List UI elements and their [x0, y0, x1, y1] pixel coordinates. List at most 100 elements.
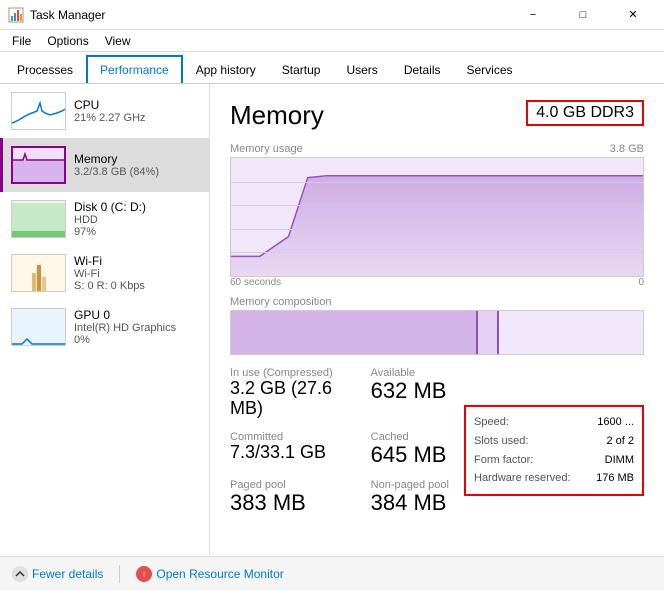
resource-monitor-icon: !: [136, 566, 152, 582]
info-row-speed: Speed: 1600 ...: [474, 413, 634, 432]
cpu-thumbnail: [11, 92, 66, 130]
tab-services[interactable]: Services: [454, 55, 526, 83]
usage-svg: [231, 158, 643, 276]
hw-key: Hardware reserved:: [474, 469, 571, 488]
panel-title: Memory: [230, 100, 324, 131]
chart-time: 60 seconds 0: [230, 277, 644, 288]
paged-value: 383 MB: [230, 491, 363, 515]
committed-value: 7.3/33.1 GB: [230, 443, 363, 463]
menu-bar: File Options View: [0, 30, 664, 52]
sidebar-item-cpu[interactable]: CPU 21% 2.27 GHz: [0, 84, 209, 138]
wifi-stats2: S: 0 R: 0 Kbps: [74, 280, 145, 292]
bottom-bar: Fewer details ! Open Resource Monitor: [0, 556, 664, 590]
comp-label: Memory composition: [230, 296, 644, 308]
paged-label: Paged pool: [230, 479, 363, 491]
memory-comp-chart: [230, 310, 644, 355]
disk-stats2: 97%: [74, 226, 146, 238]
comp-bar-inuse: [231, 311, 478, 354]
memory-name: Memory: [74, 152, 159, 166]
panel-spec: 4.0 GB DDR3: [526, 100, 644, 126]
memory-usage-section: Memory usage 3.8 GB: [230, 143, 644, 288]
wifi-thumbnail: [11, 254, 66, 292]
speed-key: Speed:: [474, 413, 509, 432]
disk-name: Disk 0 (C: D:): [74, 200, 146, 214]
usage-label: Memory usage: [230, 143, 303, 155]
sidebar-item-disk[interactable]: Disk 0 (C: D:) HDD 97%: [0, 192, 209, 246]
memory-comp-section: Memory composition: [230, 296, 644, 355]
sidebar-item-memory[interactable]: Memory 3.2/3.8 GB (84%): [0, 138, 209, 192]
sidebar-item-gpu[interactable]: GPU 0 Intel(R) HD Graphics 0%: [0, 300, 209, 354]
hw-val: 176 MB: [596, 469, 634, 488]
grid-line-4: [231, 252, 643, 253]
maximize-button[interactable]: □: [560, 0, 606, 30]
memory-usage-chart: [230, 157, 644, 277]
available-value: 632 MB: [371, 379, 504, 403]
fewer-details-label: Fewer details: [32, 567, 103, 581]
form-key: Form factor:: [474, 451, 533, 470]
tab-apphistory[interactable]: App history: [183, 55, 269, 83]
cpu-info: CPU 21% 2.27 GHz: [74, 98, 146, 124]
form-val: DIMM: [605, 451, 634, 470]
title-bar: Task Manager − □ ✕: [0, 0, 664, 30]
info-box: Speed: 1600 ... Slots used: 2 of 2 Form …: [464, 405, 644, 496]
disk-info: Disk 0 (C: D:) HDD 97%: [74, 200, 146, 238]
memory-info: Memory 3.2/3.8 GB (84%): [74, 152, 159, 178]
main-content: CPU 21% 2.27 GHz Memory 3.2/3.8 GB (84%): [0, 84, 664, 556]
gpu-name: GPU 0: [74, 308, 176, 322]
disk-stats1: HDD: [74, 214, 146, 226]
tab-details[interactable]: Details: [391, 55, 454, 83]
minimize-button[interactable]: −: [510, 0, 556, 30]
cpu-name: CPU: [74, 98, 146, 112]
right-panel: Memory 4.0 GB DDR3 Memory usage 3.8 GB: [210, 84, 664, 556]
cpu-stats: 21% 2.27 GHz: [74, 112, 146, 124]
app-icon: [8, 7, 24, 23]
comp-label-text: Memory composition: [230, 296, 331, 308]
gpu-stats2: 0%: [74, 334, 176, 346]
menu-options[interactable]: Options: [39, 30, 96, 51]
usage-max: 3.8 GB: [610, 143, 644, 155]
gpu-info: GPU 0 Intel(R) HD Graphics 0%: [74, 308, 176, 346]
memory-thumbnail: [11, 146, 66, 184]
stat-inuse: In use (Compressed) 3.2 GB (27.6 MB): [230, 367, 363, 419]
tab-performance[interactable]: Performance: [86, 55, 183, 83]
panel-header: Memory 4.0 GB DDR3: [230, 100, 644, 131]
stat-paged: Paged pool 383 MB: [230, 479, 363, 515]
tab-bar: Processes Performance App history Startu…: [0, 52, 664, 84]
title-bar-title: Task Manager: [30, 8, 105, 22]
menu-view[interactable]: View: [97, 30, 139, 51]
chart-labels: Memory usage 3.8 GB: [230, 143, 644, 155]
time-right: 0: [638, 277, 644, 288]
title-bar-left: Task Manager: [8, 7, 105, 23]
grid-line-2: [231, 205, 643, 206]
committed-label: Committed: [230, 431, 363, 443]
stat-committed: Committed 7.3/33.1 GB: [230, 431, 363, 467]
inuse-value: 3.2 GB (27.6 MB): [230, 379, 363, 419]
gpu-stats1: Intel(R) HD Graphics: [74, 322, 176, 334]
svg-text:!: !: [143, 572, 145, 579]
sidebar: CPU 21% 2.27 GHz Memory 3.2/3.8 GB (84%): [0, 84, 210, 556]
info-row-slots: Slots used: 2 of 2: [474, 432, 634, 451]
menu-file[interactable]: File: [4, 30, 39, 51]
tab-startup[interactable]: Startup: [269, 55, 334, 83]
resource-monitor-label: Open Resource Monitor: [156, 567, 283, 581]
grid-line-1: [231, 182, 643, 183]
wifi-stats1: Wi-Fi: [74, 268, 145, 280]
close-button[interactable]: ✕: [610, 0, 656, 30]
tab-processes[interactable]: Processes: [4, 55, 86, 83]
slots-key: Slots used:: [474, 432, 528, 451]
time-left: 60 seconds: [230, 277, 281, 288]
fewer-details-icon: [12, 566, 28, 582]
slots-val: 2 of 2: [606, 432, 634, 451]
gpu-thumbnail: [11, 308, 66, 346]
bottom-separator: [119, 565, 120, 583]
grid-line-3: [231, 229, 643, 230]
title-bar-controls: − □ ✕: [510, 0, 656, 30]
sidebar-item-wifi[interactable]: Wi-Fi Wi-Fi S: 0 R: 0 Kbps: [0, 246, 209, 300]
fewer-details-link[interactable]: Fewer details: [12, 566, 103, 582]
wifi-info: Wi-Fi Wi-Fi S: 0 R: 0 Kbps: [74, 254, 145, 292]
tab-users[interactable]: Users: [333, 55, 390, 83]
chevron-up-icon: [14, 568, 26, 580]
info-row-hwreserved: Hardware reserved: 176 MB: [474, 469, 634, 488]
resource-monitor-link[interactable]: ! Open Resource Monitor: [136, 566, 283, 582]
comp-bar-cached: [478, 311, 499, 354]
